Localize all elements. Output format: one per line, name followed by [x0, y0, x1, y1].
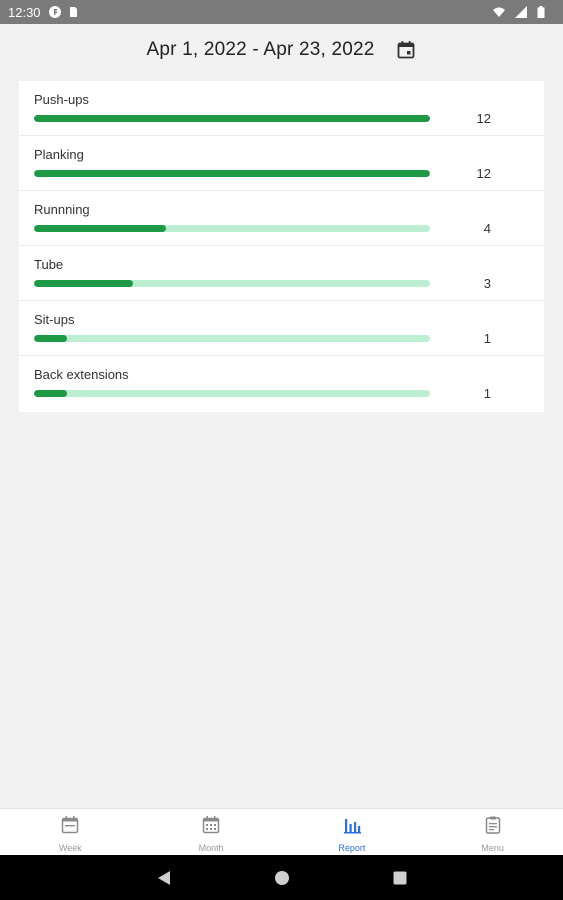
- progress-fill: [34, 280, 133, 287]
- nav-report-label: Report: [338, 842, 366, 853]
- exercise-name: Runnning: [34, 202, 90, 217]
- status-bar: 12:30: [0, 0, 563, 24]
- notification-f-icon: [48, 6, 61, 18]
- calendar-week-icon: [59, 814, 81, 841]
- list-item[interactable]: Planking 12: [19, 136, 544, 191]
- clipboard-icon: [482, 814, 504, 841]
- bar-chart-icon: [341, 814, 363, 841]
- progress-fill: [34, 115, 430, 122]
- nav-month[interactable]: Month: [141, 809, 282, 855]
- wifi-icon: [493, 6, 505, 18]
- exercise-name: Push-ups: [34, 92, 89, 107]
- exercise-count: 3: [483, 276, 491, 291]
- nav-week-label: Week: [58, 842, 82, 853]
- date-range-label[interactable]: Apr 1, 2022 - Apr 23, 2022: [146, 39, 374, 61]
- progress-track: [34, 170, 430, 177]
- list-item[interactable]: Back extensions 1: [19, 356, 544, 411]
- nav-week[interactable]: Week: [0, 809, 141, 855]
- nav-month-label: Month: [198, 842, 224, 853]
- recents-icon[interactable]: [391, 869, 409, 887]
- calendar-month-icon: [200, 814, 222, 841]
- list-item[interactable]: Tube 3: [19, 246, 544, 301]
- list-item[interactable]: Push-ups 12: [19, 81, 544, 136]
- progress-track: [34, 115, 430, 122]
- exercise-name: Tube: [34, 257, 64, 272]
- progress-track: [34, 280, 430, 287]
- progress-fill: [34, 390, 67, 397]
- nav-menu-label: Menu: [481, 842, 504, 853]
- exercise-name: Back extensions: [34, 367, 129, 382]
- sd-card-icon: [67, 6, 79, 18]
- exercise-count: 1: [483, 331, 491, 346]
- exercise-count: 12: [476, 111, 491, 126]
- list-item[interactable]: Runnning 4: [19, 191, 544, 246]
- exercise-count: 12: [476, 166, 491, 181]
- progress-fill: [34, 335, 67, 342]
- exercise-count: 1: [483, 386, 491, 401]
- battery-icon: [537, 6, 549, 18]
- status-time: 12:30: [8, 4, 41, 20]
- calendar-icon[interactable]: [395, 39, 417, 61]
- bottom-navigation: Week Month Report Menu: [0, 808, 563, 855]
- exercise-name: Planking: [34, 147, 84, 162]
- progress-fill: [34, 170, 430, 177]
- progress-track: [34, 225, 430, 232]
- exercise-count: 4: [483, 221, 491, 236]
- progress-track: [34, 390, 430, 397]
- nav-menu[interactable]: Menu: [422, 809, 563, 855]
- signal-icon: [515, 6, 527, 18]
- exercise-name: Sit-ups: [34, 312, 75, 327]
- home-icon[interactable]: [273, 869, 291, 887]
- exercise-report-list: Push-ups 12 Planking 12 Runnning 4 Tube …: [19, 81, 544, 412]
- progress-track: [34, 335, 430, 342]
- list-item[interactable]: Sit-ups 1: [19, 301, 544, 356]
- nav-report[interactable]: Report: [282, 809, 423, 855]
- system-navigation-bar: [0, 855, 563, 900]
- back-icon[interactable]: [155, 869, 173, 887]
- report-header: Apr 1, 2022 - Apr 23, 2022: [0, 24, 563, 76]
- progress-fill: [34, 225, 166, 232]
